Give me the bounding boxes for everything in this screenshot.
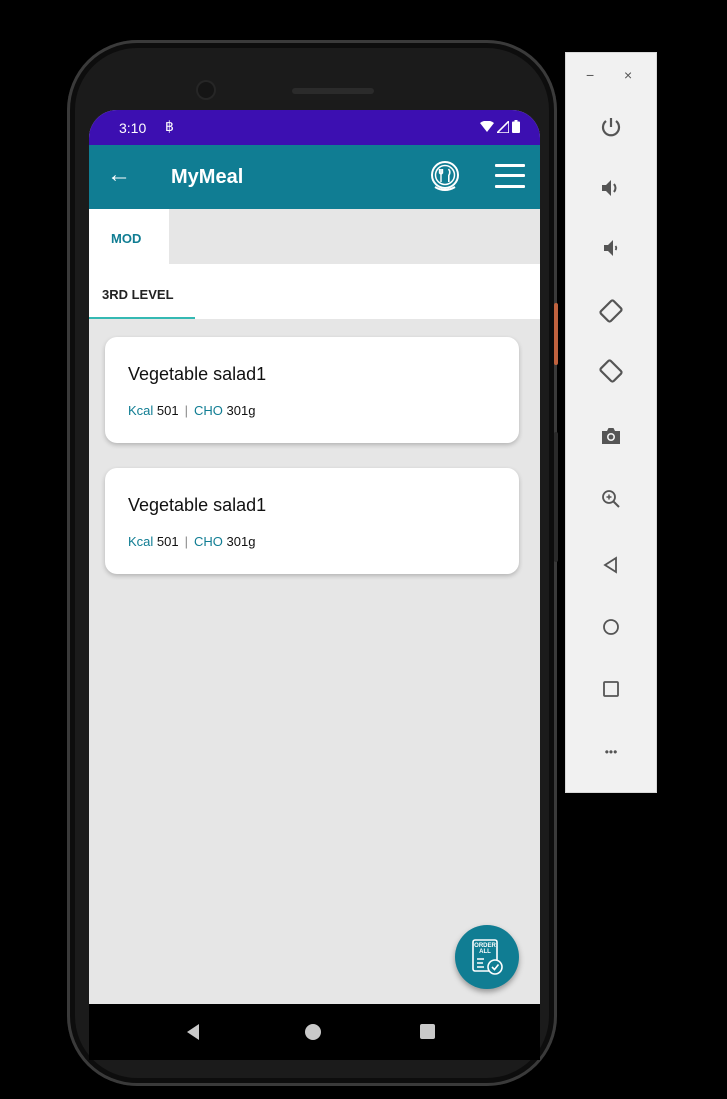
order-all-label-line2: ALL	[479, 949, 491, 955]
volume-up-button[interactable]	[594, 171, 628, 205]
signal-icon	[497, 120, 509, 133]
system-navigation-bar	[89, 1004, 540, 1060]
zoom-in-icon	[602, 490, 620, 508]
nav-home-icon[interactable]	[305, 1024, 321, 1040]
back-triangle-icon	[603, 556, 617, 574]
home-button[interactable]	[594, 610, 628, 644]
nav-recents-icon[interactable]	[420, 1024, 435, 1039]
hamburger-menu-icon[interactable]	[495, 162, 525, 190]
cho-value: 301g	[226, 534, 256, 549]
app-screen: 3:10 ฿ ← MyMeal MOD 3RD LEVEL Vegetable …	[89, 110, 540, 1058]
tab-3rd-level-label: 3RD LEVEL	[102, 287, 174, 302]
volume-side-button	[554, 432, 558, 562]
earpiece-speaker	[292, 88, 374, 94]
tab-indicator	[89, 317, 195, 319]
tab-mod-label: MOD	[111, 231, 142, 246]
home-circle-icon	[603, 619, 619, 635]
nutrition-separator: |	[184, 403, 189, 418]
nutrition-separator: |	[184, 534, 189, 549]
meal-card[interactable]: Vegetable salad1 Kcal 501 | CHO 301g	[105, 337, 519, 443]
primary-tab-bar: MOD	[89, 209, 540, 264]
order-all-icon: ORDER ALL	[472, 939, 503, 975]
meal-name: Vegetable salad1	[128, 495, 267, 515]
order-all-button[interactable]: ORDER ALL	[455, 925, 519, 989]
cho-value: 301g	[226, 403, 256, 418]
meal-name: Vegetable salad1	[128, 364, 267, 384]
meal-nutrition: Kcal 501 | CHO 301g	[128, 534, 255, 549]
emulator-toolbar: − × •••	[565, 52, 657, 793]
back-button[interactable]	[594, 548, 628, 582]
battery-icon	[512, 120, 520, 133]
camera-icon	[602, 428, 620, 444]
app-title: MyMeal	[171, 166, 244, 188]
sim-icon: ฿	[165, 118, 174, 134]
tab-mod[interactable]: MOD	[89, 209, 169, 264]
power-button[interactable]	[594, 110, 628, 144]
rotate-right-icon	[599, 359, 623, 383]
volume-down-icon	[604, 240, 618, 256]
tab-3rd-level[interactable]: 3RD LEVEL	[89, 264, 195, 319]
kcal-label: Kcal	[128, 403, 154, 418]
app-bar: ← MyMeal	[89, 145, 540, 209]
minimize-icon[interactable]: −	[586, 67, 594, 83]
cho-label: CHO	[194, 534, 223, 549]
cho-label: CHO	[194, 403, 223, 418]
back-arrow-icon[interactable]: ←	[107, 161, 133, 189]
rotate-left-button[interactable]	[594, 294, 628, 328]
kcal-value: 501	[156, 534, 179, 549]
meal-card[interactable]: Vegetable salad1 Kcal 501 | CHO 301g	[105, 468, 519, 574]
kcal-label: Kcal	[128, 534, 154, 549]
secondary-tab-bar: 3RD LEVEL	[89, 264, 540, 319]
rotate-right-button[interactable]	[594, 354, 628, 388]
status-icons	[480, 120, 520, 133]
screenshot-button[interactable]	[594, 419, 628, 453]
wifi-icon	[480, 120, 494, 132]
volume-up-icon	[602, 180, 617, 196]
status-bar: 3:10 ฿	[89, 110, 540, 145]
overview-square-icon	[603, 681, 619, 697]
close-icon[interactable]: ×	[624, 67, 632, 83]
meal-nutrition: Kcal 501 | CHO 301g	[128, 403, 255, 418]
power-icon	[601, 118, 621, 137]
meal-plate-icon[interactable]	[429, 160, 461, 192]
more-options-icon[interactable]: •••	[594, 735, 628, 769]
nav-back-icon[interactable]	[187, 1024, 199, 1040]
status-time: 3:10	[119, 120, 147, 136]
phone-frame: 3:10 ฿ ← MyMeal MOD 3RD LEVEL Vegetable …	[67, 40, 558, 1086]
kcal-value: 501	[156, 403, 179, 418]
front-camera	[198, 82, 214, 98]
volume-down-button[interactable]	[594, 231, 628, 265]
zoom-button[interactable]	[594, 482, 628, 516]
power-side-button	[554, 303, 558, 365]
overview-button[interactable]	[594, 672, 628, 706]
rotate-left-icon	[599, 299, 623, 323]
